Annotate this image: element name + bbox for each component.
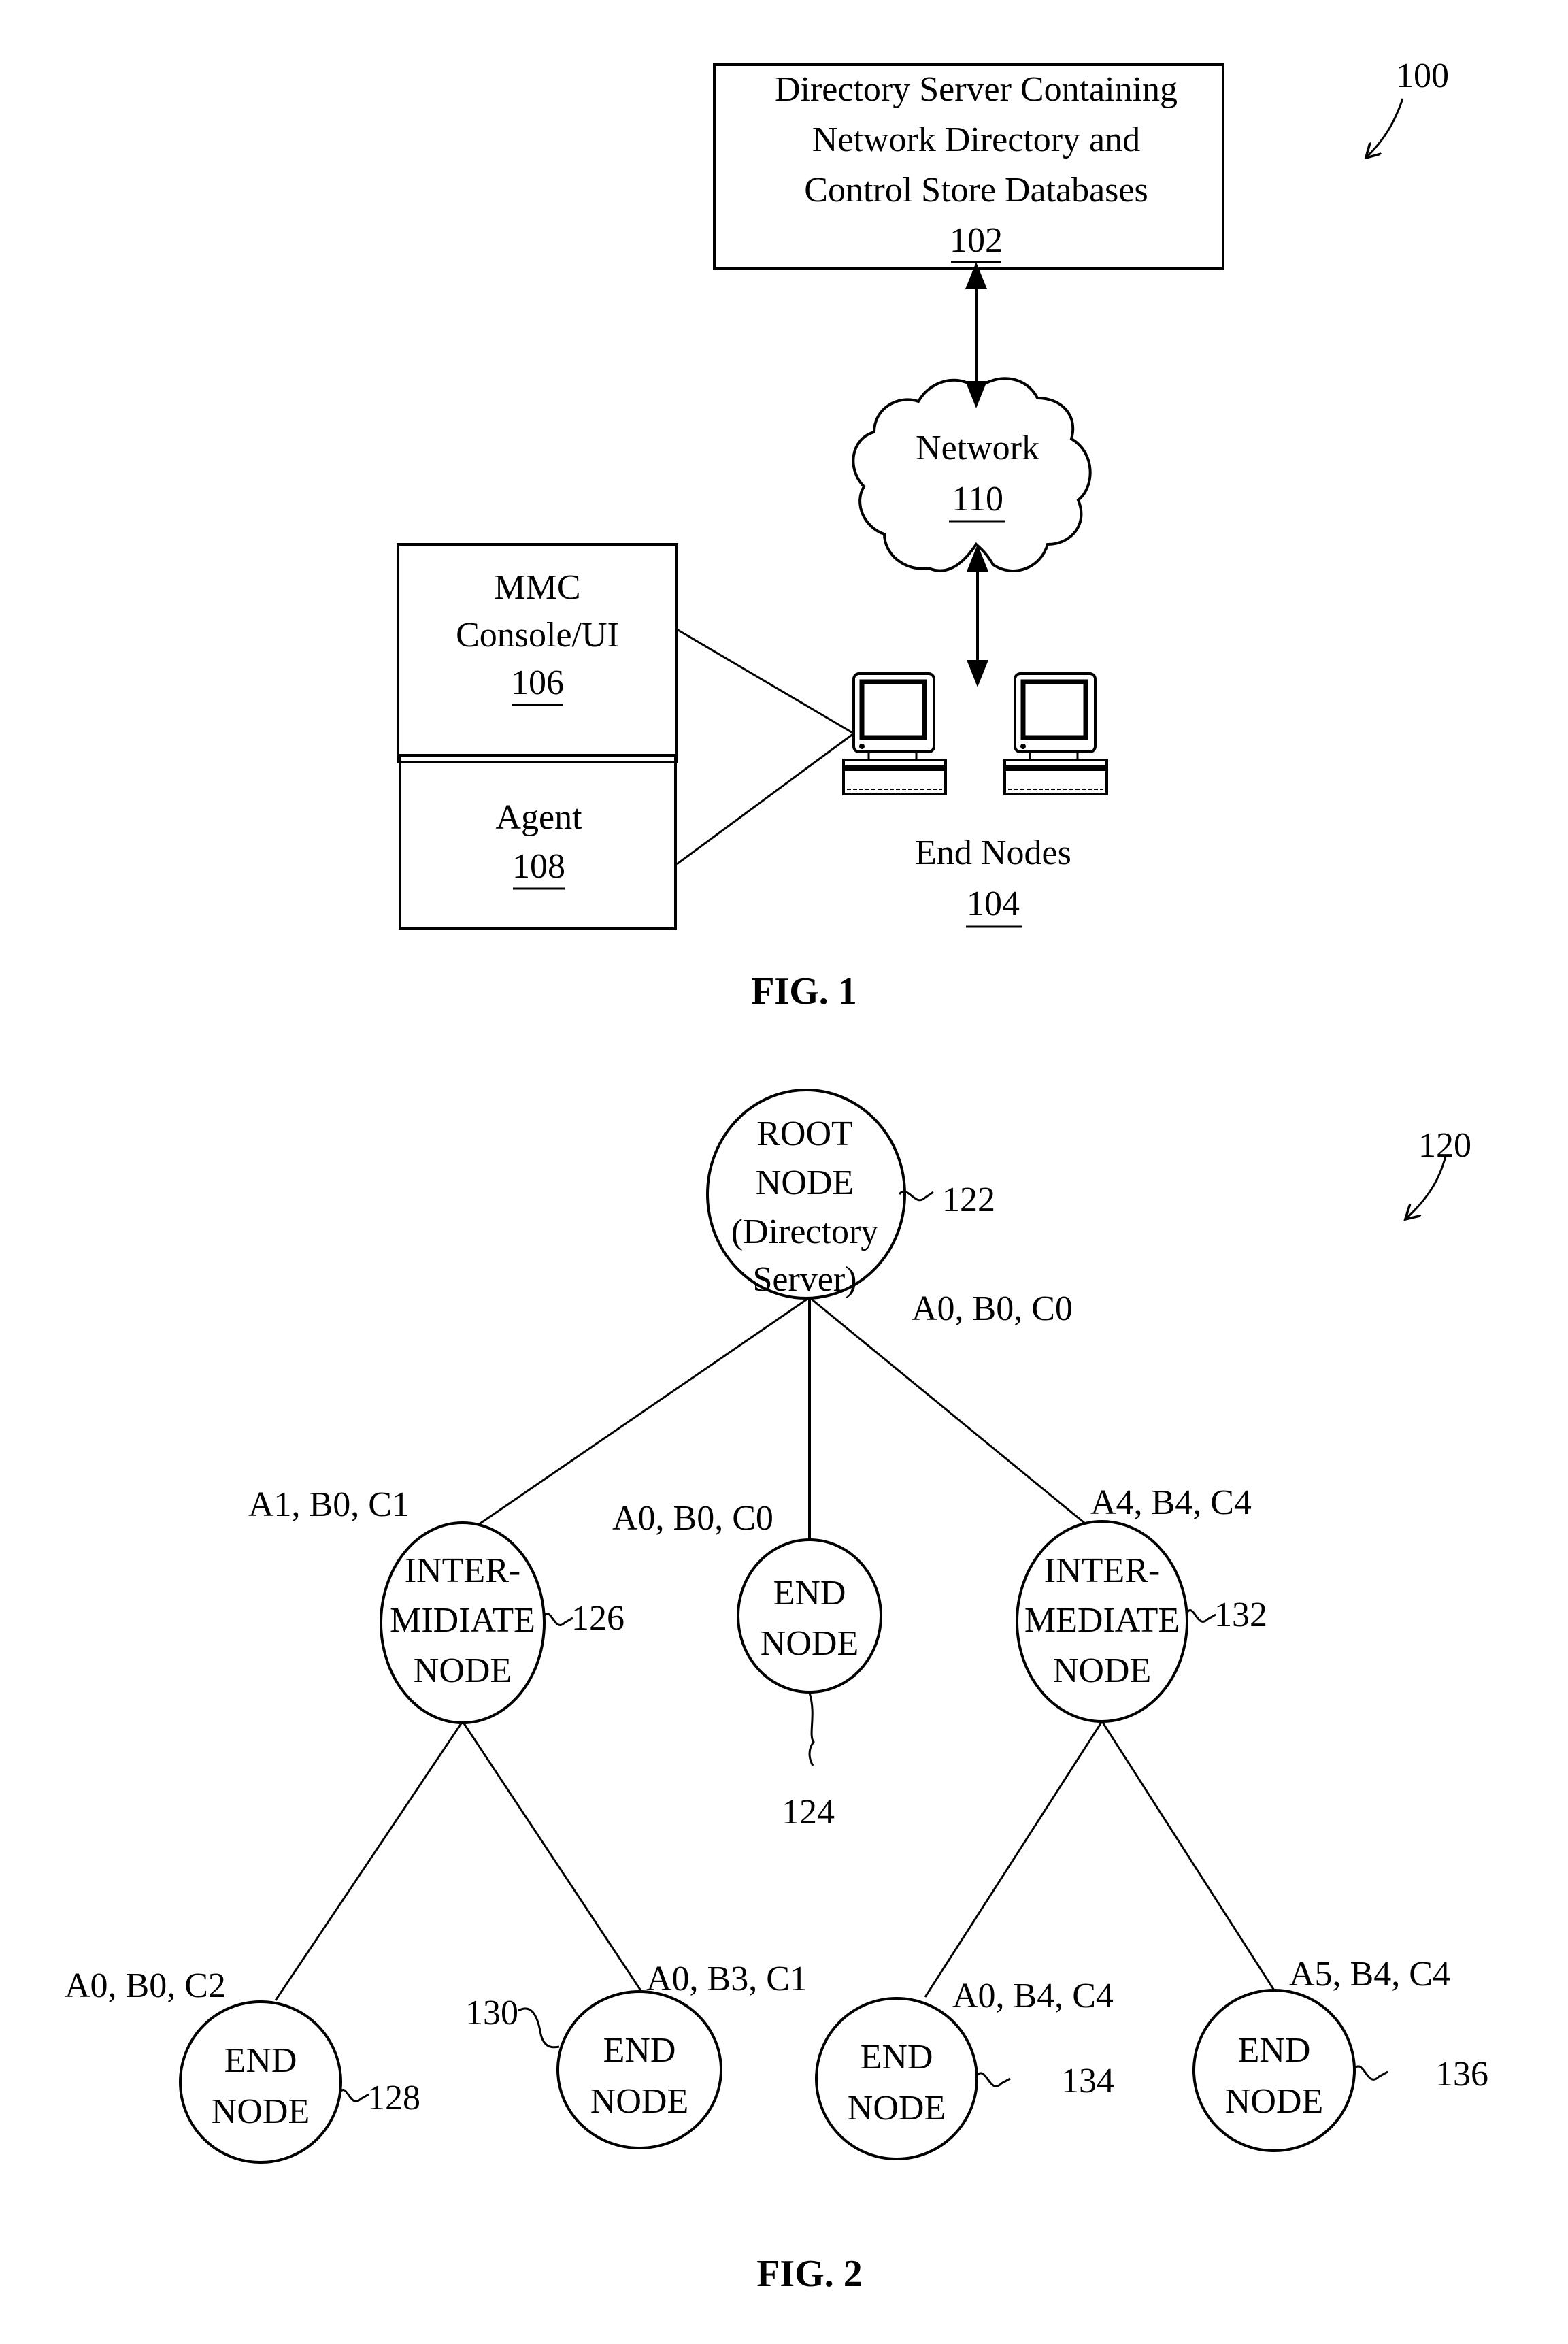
computer-icon: [1003, 672, 1108, 795]
node-132-line-1: INTER-: [1044, 1551, 1160, 1590]
end-nodes-ref: 104: [967, 885, 1020, 923]
mmc-endnode-link: [676, 628, 854, 735]
fig2-ref-arrow-icon: [1407, 1156, 1447, 1218]
tree-edge: [274, 1721, 464, 2001]
node-124-line-2: NODE: [761, 1624, 858, 1663]
node-132-line-3: NODE: [1053, 1651, 1151, 1690]
tree-node-end-130: END NODE 130 A0, B3, C1: [465, 1960, 807, 2149]
fig1-caption: FIG. 1: [751, 970, 857, 1012]
directory-server-box: Directory Server Containing Network Dire…: [713, 63, 1224, 270]
directory-server-line-2: Network Directory and: [812, 120, 1140, 159]
node-132-ref: 132: [1214, 1596, 1267, 1634]
node-134-ref: 134: [1061, 2062, 1114, 2100]
cloud-icon: [852, 377, 1092, 572]
tree-node-intermediate-left: INTER- MIDIATE NODE 126 A1, B0, C1: [248, 1485, 624, 1724]
node-126-line-1: INTER-: [405, 1551, 520, 1590]
root-line-3: (Directory: [731, 1212, 879, 1251]
computer-icon: [842, 672, 947, 795]
node-136-ref: 136: [1435, 2055, 1488, 2094]
tree-node-end-center: END NODE 124 A0, B0, C0: [612, 1499, 882, 1832]
node-130-line-1: END: [603, 2031, 676, 2070]
agent-label: Agent: [495, 798, 582, 837]
node-134-line-2: NODE: [848, 2089, 946, 2128]
tree-edge: [924, 1721, 1103, 1998]
node-130-attrs: A0, B3, C1: [646, 1960, 807, 1998]
mmc-line-1: MMC: [494, 568, 580, 607]
node-126-line-2: MIDIATE: [390, 1601, 535, 1640]
figure-1: 100 Directory Server Containing Network …: [397, 56, 1449, 1012]
tree-edge: [476, 1296, 810, 1528]
node-124-attrs: A0, B0, C0: [612, 1499, 773, 1538]
mmc-line-2: Console/UI: [456, 616, 619, 655]
tree-node-end-134: END NODE 134 A0, B4, C4: [815, 1977, 1114, 2160]
node-132-attrs: A4, B4, C4: [1090, 1483, 1252, 1522]
node-124-line-1: END: [773, 1574, 846, 1613]
agent-box: Agent 108: [399, 754, 677, 930]
patent-drawing-sheet: 100 Directory Server Containing Network …: [65, 56, 1488, 2295]
tree-node-end-128: END NODE 128 A0, B0, C2: [65, 1966, 420, 2164]
network-ref: 110: [952, 480, 1003, 518]
tree-node-intermediate-right: INTER- MEDIATE NODE 132 A4, B4, C4: [1016, 1483, 1267, 1723]
node-128-line-2: NODE: [212, 2092, 310, 2131]
mmc-ref: 106: [511, 663, 564, 702]
figure-2: 120 ROOT NODE (Directory Server) 122 A0,…: [65, 1089, 1488, 2295]
node-134-attrs: A0, B4, C4: [952, 1977, 1114, 2015]
directory-server-ref: 102: [950, 221, 1003, 260]
mmc-console-box: MMC Console/UI 106: [397, 543, 678, 763]
fig1-ref-arrow-icon: [1367, 98, 1404, 156]
node-136-line-1: END: [1238, 2031, 1311, 2070]
end-nodes-label: End Nodes: [915, 833, 1071, 872]
node-128-attrs: A0, B0, C2: [65, 1966, 226, 2005]
node-136-line-2: NODE: [1225, 2082, 1323, 2121]
root-line-1: ROOT: [756, 1115, 853, 1153]
network-cloud: Network 110: [852, 377, 1092, 572]
tree-edge: [461, 1721, 644, 1994]
root-ref: 122: [942, 1181, 995, 1219]
root-line-2: NODE: [756, 1163, 854, 1202]
node-124-ref: 124: [782, 1793, 835, 1832]
network-label: Network: [916, 429, 1039, 467]
node-126-ref: 126: [571, 1599, 624, 1638]
node-132-line-2: MEDIATE: [1024, 1601, 1180, 1640]
tree-edge: [1101, 1721, 1275, 1991]
tree-node-root: ROOT NODE (Directory Server) 122 A0, B0,…: [706, 1089, 1073, 1328]
agent-endnode-link: [676, 732, 854, 865]
fig1-ref-label: 100: [1396, 56, 1449, 95]
tree-edge: [809, 1296, 1089, 1528]
node-126-line-3: NODE: [414, 1651, 512, 1690]
node-134-line-1: END: [861, 2038, 933, 2077]
node-128-ref: 128: [367, 2079, 420, 2117]
node-136-attrs: A5, B4, C4: [1289, 1955, 1450, 1994]
tree-node-end-136: END NODE 136 A5, B4, C4: [1192, 1955, 1488, 2152]
agent-ref: 108: [512, 847, 565, 886]
node-128-line-1: END: [224, 2041, 297, 2080]
node-130-ref: 130: [465, 1994, 518, 2032]
fig2-caption: FIG. 2: [756, 2253, 863, 2295]
node-126-attrs: A1, B0, C1: [248, 1485, 410, 1524]
node-130-line-2: NODE: [590, 2082, 688, 2121]
directory-server-line-1: Directory Server Containing: [775, 70, 1178, 109]
directory-server-line-3: Control Store Databases: [804, 171, 1148, 210]
root-attrs: A0, B0, C0: [912, 1289, 1073, 1328]
root-line-4: Server): [752, 1260, 856, 1299]
